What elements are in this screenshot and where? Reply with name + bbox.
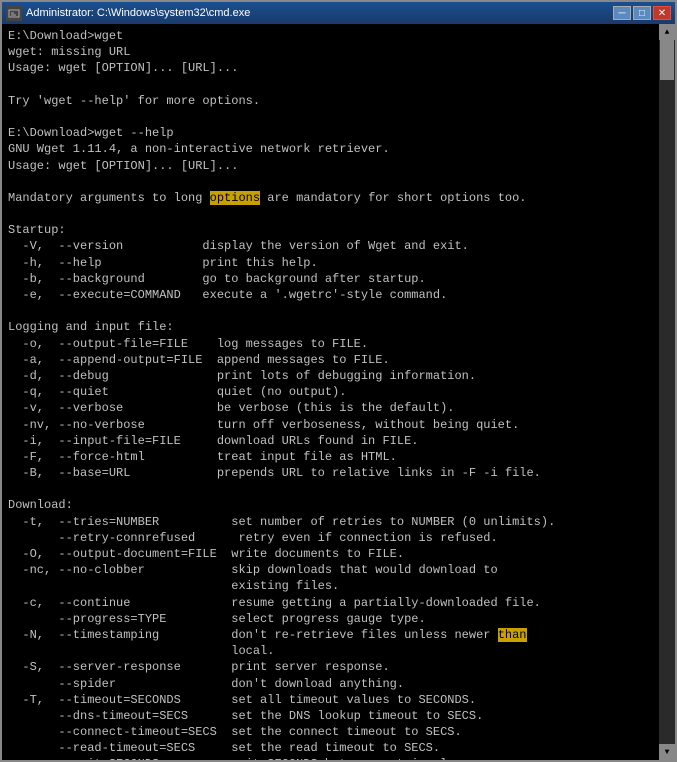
minimize-button[interactable]: ─ <box>613 6 631 20</box>
title-bar: Administrator: C:\Windows\system32\cmd.e… <box>2 2 675 24</box>
maximize-button[interactable]: □ <box>633 6 651 20</box>
title-bar-buttons: ─ □ ✕ <box>613 6 671 20</box>
scrollbar: ▲ ▼ <box>659 24 675 760</box>
terminal-output[interactable]: E:\Download>wget wget: missing URL Usage… <box>2 24 659 760</box>
cmd-icon <box>6 5 22 21</box>
scrollbar-up-button[interactable]: ▲ <box>659 24 675 40</box>
close-button[interactable]: ✕ <box>653 6 671 20</box>
terminal-area: E:\Download>wget wget: missing URL Usage… <box>2 24 675 760</box>
cmd-window: Administrator: C:\Windows\system32\cmd.e… <box>0 0 677 762</box>
scrollbar-down-button[interactable]: ▼ <box>659 744 675 760</box>
window-title: Administrator: C:\Windows\system32\cmd.e… <box>26 7 250 19</box>
scrollbar-track[interactable] <box>659 40 675 744</box>
scrollbar-thumb[interactable] <box>660 40 674 80</box>
title-bar-left: Administrator: C:\Windows\system32\cmd.e… <box>6 5 250 21</box>
terminal-text: E:\Download>wget wget: missing URL Usage… <box>8 29 584 760</box>
